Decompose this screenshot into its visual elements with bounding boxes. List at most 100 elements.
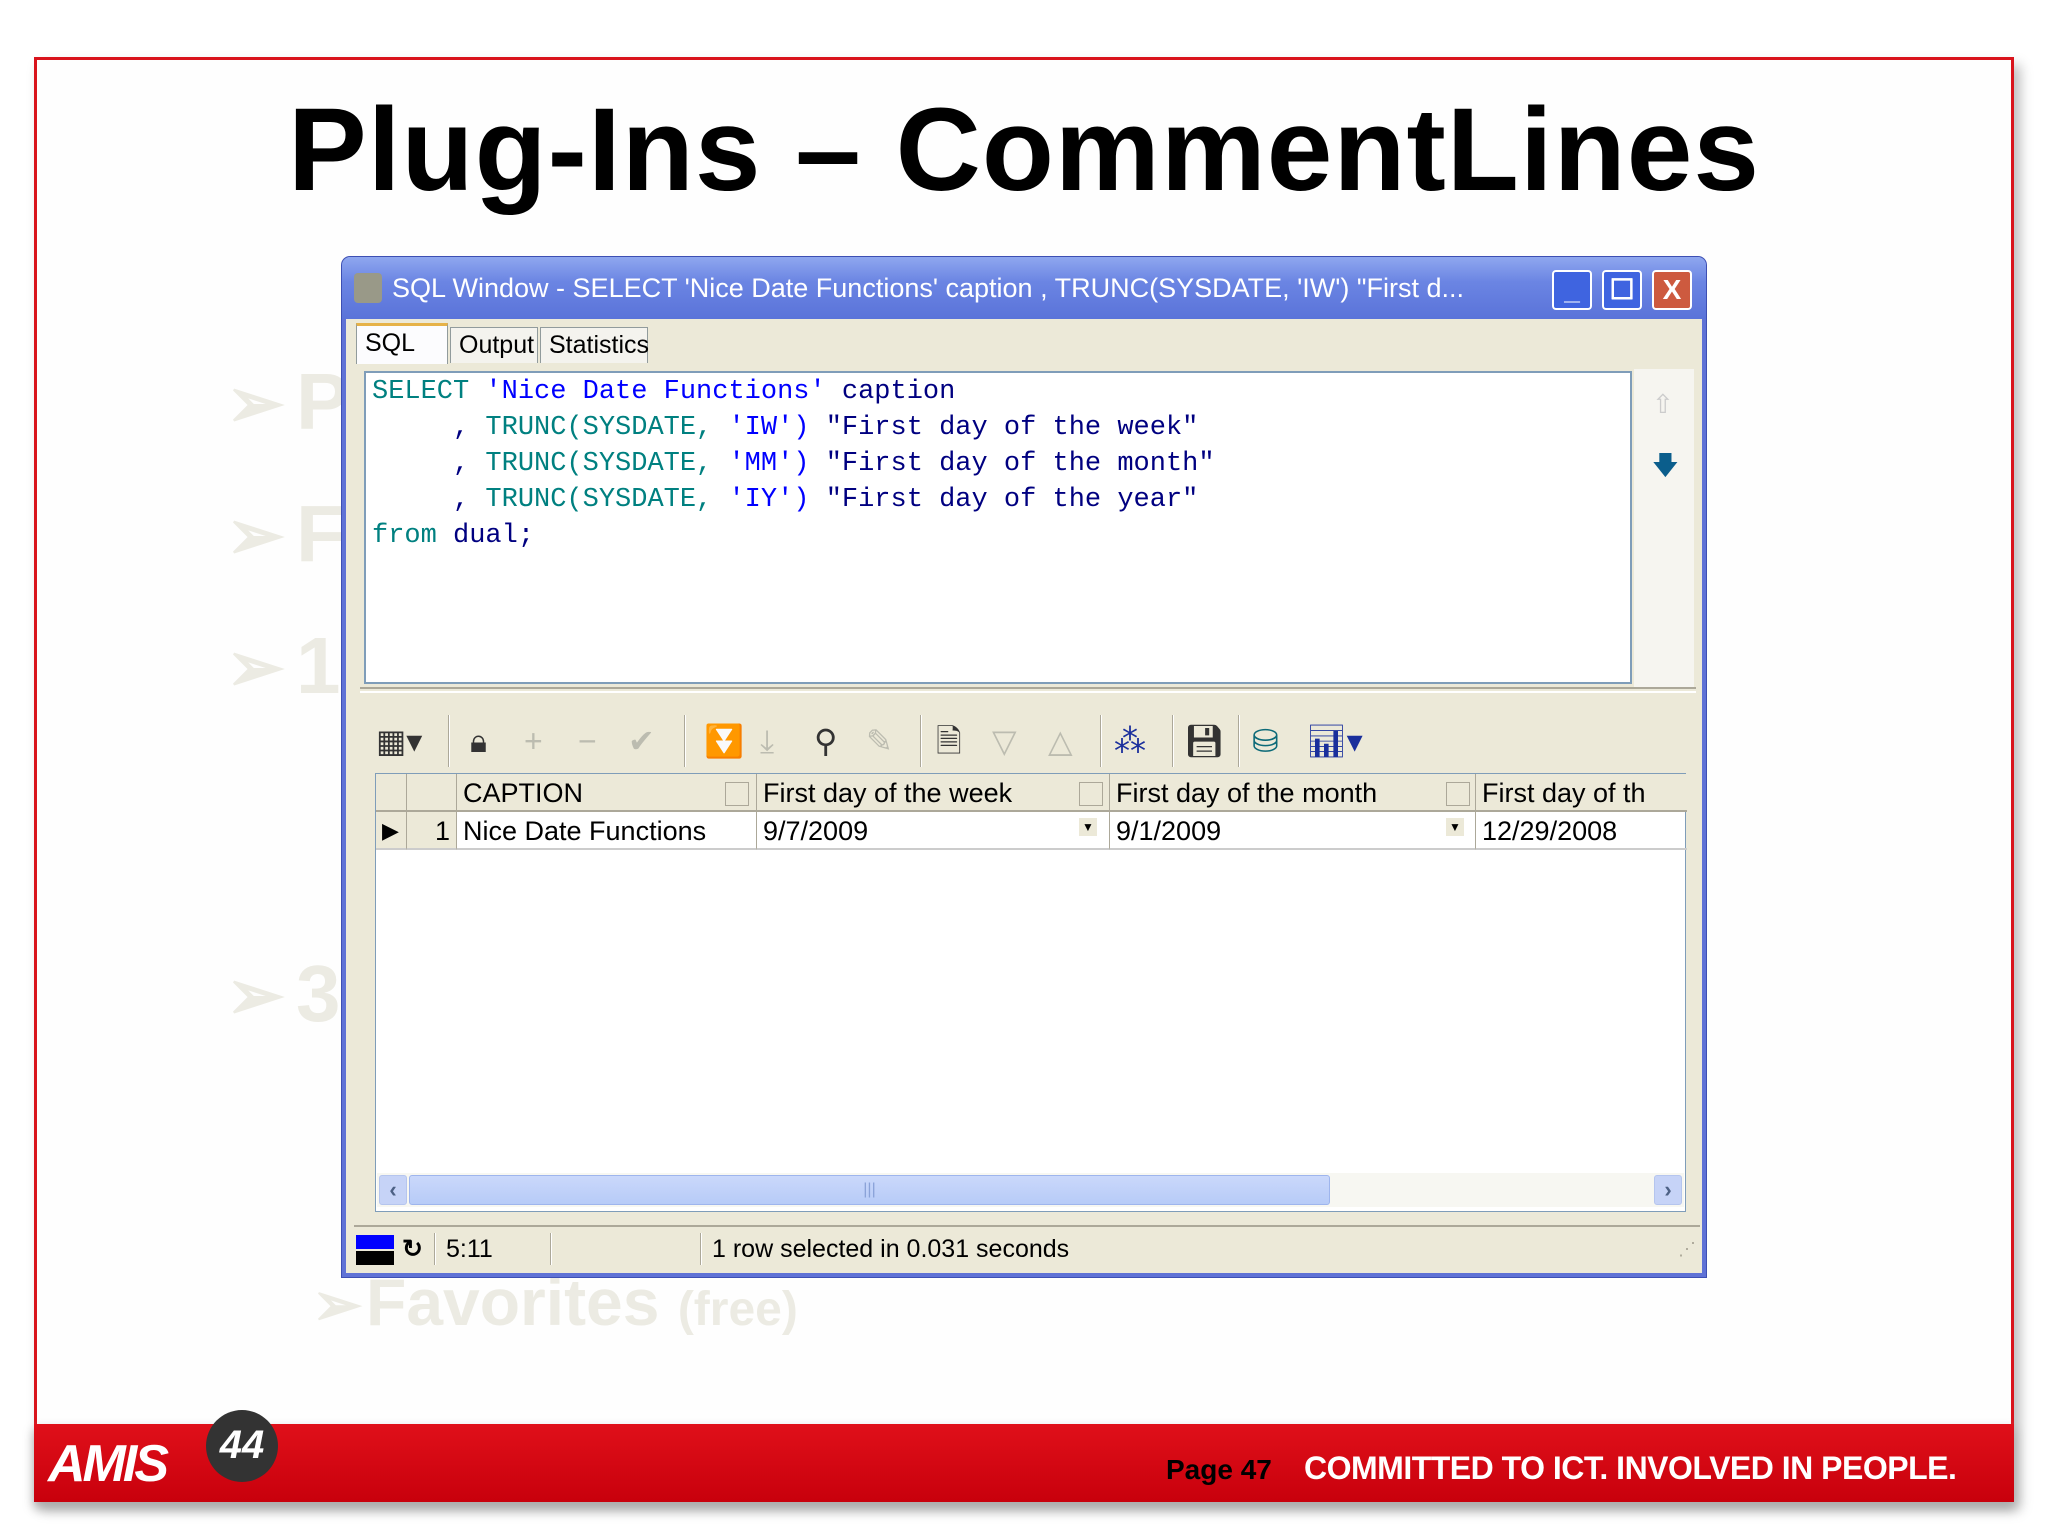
sql-comma: , (372, 449, 470, 479)
row-indicator-icon[interactable]: ▶ (376, 812, 407, 850)
tree-icon[interactable]: ⁂ (1114, 721, 1146, 761)
save-icon[interactable]: 💾︎ (1184, 721, 1225, 761)
sql-alias: "First day of the year" (825, 485, 1199, 515)
add-record-icon[interactable]: + (524, 721, 543, 761)
sort-desc-icon[interactable]: ▽ (992, 721, 1017, 761)
ghost-bullet: 1 (296, 621, 341, 710)
column-filter-button[interactable] (1446, 782, 1470, 806)
bullet-arrow-icon: ➢ (226, 496, 285, 574)
scroll-left-icon[interactable]: ‹ (379, 1175, 407, 1205)
fetch-next-icon[interactable]: ⏬ (704, 721, 744, 761)
tab-sql[interactable]: SQL (356, 323, 448, 364)
scroll-thumb[interactable]: ||| (409, 1175, 1330, 1205)
binoculars-icon[interactable]: ⚲ (814, 721, 837, 761)
bullet-arrow-icon: ➢ (226, 628, 285, 706)
sql-string: 'MM') (728, 449, 810, 479)
toolbar-separator (1100, 715, 1102, 767)
status-separator (700, 1233, 702, 1265)
splitter[interactable] (360, 687, 1696, 693)
bullet-arrow-icon: ➢ (226, 364, 285, 442)
column-header-year[interactable]: First day of th (1476, 774, 1687, 812)
grid-cell[interactable]: Nice Date Functions (457, 812, 757, 850)
app-icon (354, 273, 382, 303)
toolbar-separator (1238, 715, 1240, 767)
cursor-position: 5:11 (446, 1235, 493, 1263)
minimize-button[interactable]: _ (1552, 270, 1592, 310)
arrow-down-icon[interactable]: 🡇 (1652, 447, 1679, 491)
chart-icon[interactable]: 📊︎▾ (1306, 721, 1363, 761)
lock-icon[interactable]: 🔒︎ (470, 721, 487, 761)
dropdown-icon[interactable]: ▼ (1446, 818, 1464, 836)
connection-color-icon (356, 1235, 394, 1249)
cell-value: 9/1/2009 (1116, 816, 1222, 846)
row-number: 1 (407, 812, 457, 850)
close-button[interactable]: X (1652, 270, 1692, 310)
horizontal-scrollbar[interactable]: ‹ ||| › (377, 1173, 1684, 1207)
sql-line: , TRUNC(SYSDATE, 'IY') "First day of the… (372, 485, 1198, 515)
sql-comma: , (372, 413, 470, 443)
column-header-label: CAPTION (463, 778, 584, 808)
sql-keyword: SELECT (372, 377, 470, 407)
delete-record-icon[interactable]: − (578, 721, 597, 761)
sql-alias: "First day of the month" (825, 449, 1215, 479)
tab-output[interactable]: Output (450, 327, 538, 363)
favorites-note: (free) (677, 1283, 798, 1336)
column-header-week[interactable]: First day of the week (757, 774, 1110, 812)
grid-cell[interactable]: 9/1/2009 ▼ (1110, 812, 1476, 850)
toolbar-separator (1172, 715, 1174, 767)
tab-statistics[interactable]: Statistics (540, 327, 649, 363)
toolbar-separator (684, 715, 686, 767)
post-check-icon[interactable]: ✔ (628, 721, 655, 761)
sql-ident: dual; (453, 521, 535, 551)
window-titlebar[interactable]: SQL Window - SELECT 'Nice Date Functions… (342, 257, 1706, 319)
sql-alias: "First day of the week" (825, 413, 1199, 443)
status-message: 1 row selected in 0.031 seconds (712, 1235, 1070, 1263)
result-toolbar: ▦▾ 🔒︎ + − ✔ ⏬ ⤓ ⚲ ✎ 🗎 ▽ △ ⁂ 💾︎ ⛁ 📊︎▾ (372, 713, 1692, 769)
export-icon[interactable]: 🗎 (936, 721, 962, 761)
sql-string: 'IW') (728, 413, 810, 443)
grid-rownum-header (407, 774, 457, 812)
grid-cell[interactable]: 12/29/2008 (1476, 812, 1687, 850)
slide-footer: AMIS 44 Page 47 COMMITTED TO ICT. INVOLV… (34, 1410, 2014, 1502)
sort-asc-icon[interactable]: △ (1048, 721, 1073, 761)
database-icon[interactable]: ⛁ (1252, 721, 1279, 761)
partner-logo: 44 (206, 1410, 278, 1482)
arrow-up-icon[interactable]: ⇧ (1652, 389, 1674, 420)
column-filter-button[interactable] (725, 782, 749, 806)
grid-layout-icon[interactable]: ▦▾ (376, 721, 422, 761)
cell-value: 9/7/2009 (763, 816, 869, 846)
clear-icon[interactable]: ✎ (866, 721, 893, 761)
sql-line: , TRUNC(SYSDATE, 'MM') "First day of the… (372, 449, 1215, 479)
grid-corner (376, 774, 407, 812)
window-title: SQL Window - SELECT 'Nice Date Functions… (392, 273, 1464, 303)
column-filter-button[interactable] (1079, 782, 1103, 806)
column-header-month[interactable]: First day of the month (1110, 774, 1476, 812)
sql-editor[interactable]: SELECT 'Nice Date Functions' caption , T… (364, 371, 1632, 684)
status-separator (550, 1233, 552, 1265)
sql-line: SELECT 'Nice Date Functions' caption (372, 377, 955, 407)
sql-ident: caption (841, 377, 956, 407)
column-header-label: First day of the month (1116, 778, 1378, 808)
sql-comma: , (372, 485, 470, 515)
grid-cell[interactable]: 9/7/2009 ▼ (757, 812, 1110, 850)
sql-window: SQL Window - SELECT 'Nice Date Functions… (342, 257, 1706, 1277)
slide-title: Plug-Ins – CommentLines (288, 84, 1760, 216)
dropdown-icon[interactable]: ▼ (1079, 818, 1097, 836)
column-header-caption[interactable]: CAPTION (457, 774, 757, 812)
amis-logo: AMIS (48, 1435, 169, 1493)
ghost-bullet: F (296, 489, 345, 578)
bullet-arrow-icon: ➢ (312, 1271, 363, 1338)
sql-function: TRUNC(SYSDATE, (485, 449, 713, 479)
results-grid: CAPTION First day of the week First day … (375, 773, 1687, 1212)
scroll-right-icon[interactable]: › (1654, 1175, 1682, 1205)
connection-color-icon (356, 1251, 394, 1265)
sql-keyword: from (372, 521, 437, 551)
column-header-label: First day of the week (763, 778, 1013, 808)
maximize-button[interactable]: ☐ (1602, 270, 1642, 310)
resize-grip-icon[interactable]: ⋰ (1678, 1227, 1696, 1271)
sql-function: TRUNC(SYSDATE, (485, 413, 713, 443)
fetch-last-icon[interactable]: ⤓ (760, 721, 774, 761)
status-separator (434, 1233, 436, 1265)
toolbar-separator (448, 715, 450, 767)
refresh-icon[interactable]: ↻ (402, 1227, 423, 1271)
